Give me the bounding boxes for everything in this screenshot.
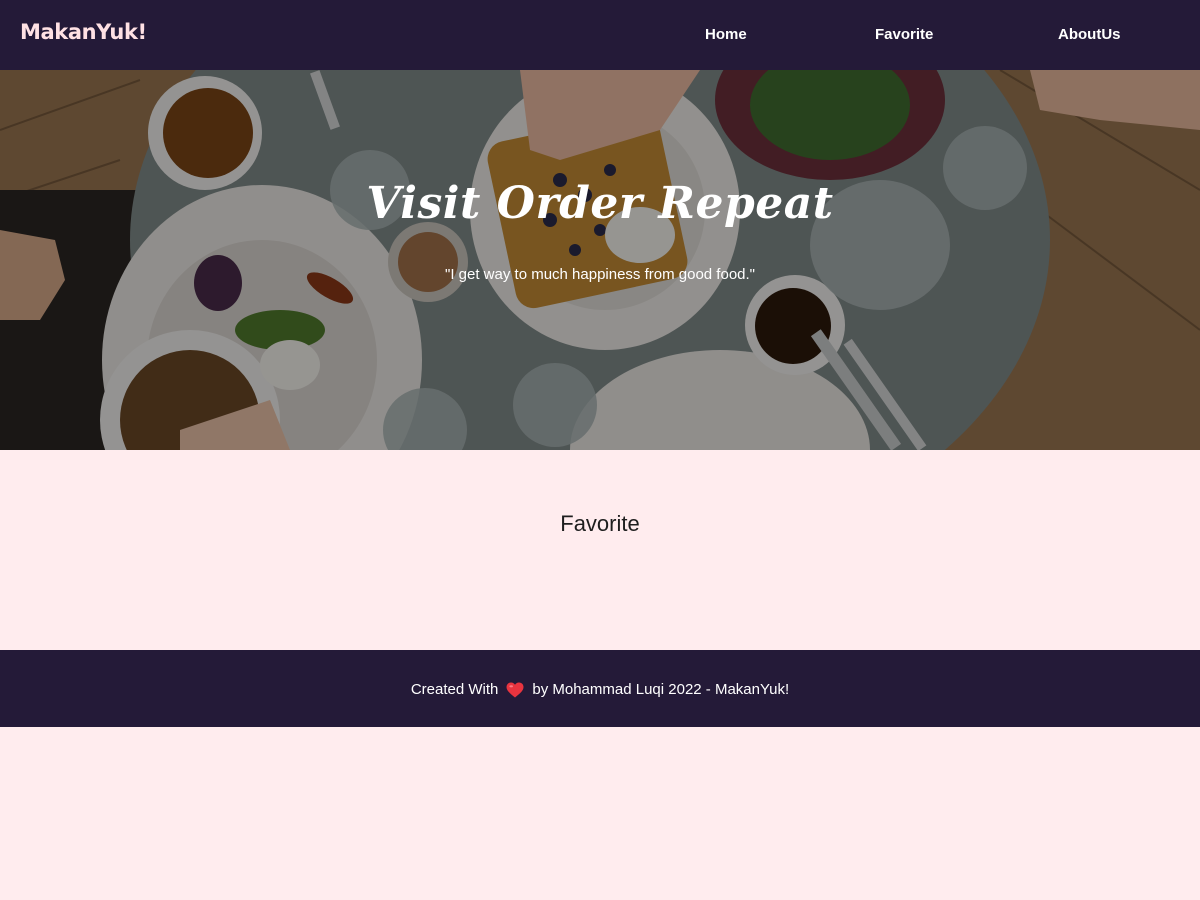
nav-link-favorite[interactable]: Favorite	[875, 26, 933, 43]
section-title: Favorite	[560, 511, 640, 536]
hero-overlay	[0, 70, 1200, 450]
hero-title: Visit Order Repeat	[366, 178, 834, 229]
app-footer: Created With by Mohammad Luqi 2022 - Mak…	[0, 650, 1200, 727]
footer-credit: Created With by Mohammad Luqi 2022 - Mak…	[0, 681, 1200, 698]
nav-link-about-us[interactable]: AboutUs	[1058, 26, 1121, 43]
hero-quote: "I get way to much happiness from good f…	[445, 266, 755, 283]
favorite-section: Favorite	[0, 450, 1200, 650]
hero-banner: Visit Order Repeat "I get way to much ha…	[0, 70, 1200, 450]
brand-logo[interactable]: MakanYuk!	[20, 20, 147, 44]
footer-prefix: Created With	[410, 681, 499, 698]
heart-icon	[506, 682, 524, 697]
app-header: MakanYuk! Home Favorite AboutUs	[0, 0, 1200, 70]
nav-link-home[interactable]: Home	[705, 26, 747, 43]
footer-suffix: by Mohammad Luqi 2022 - MakanYuk!	[532, 681, 790, 698]
